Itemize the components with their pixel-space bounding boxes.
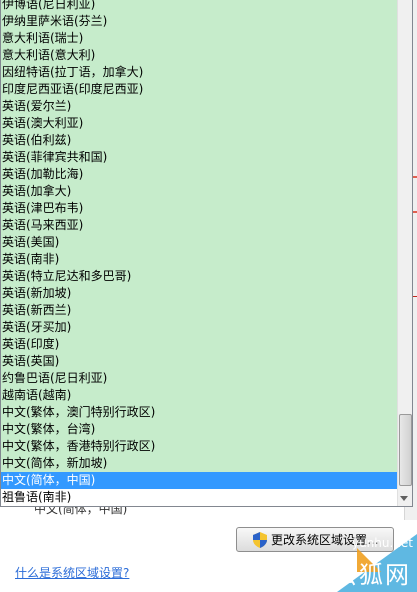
locale-list: 伊博语(尼日利亚) 伊纳里萨米语(芬兰) 意大利语(瑞士) 意大利语(意大利) 因纽特语… bbox=[1, 0, 399, 506]
scroll-down-arrow-icon[interactable] bbox=[400, 496, 408, 501]
locale-option[interactable]: 英语(南非) bbox=[1, 251, 399, 268]
locale-option[interactable]: 因纽特语(拉丁语，加拿大) bbox=[1, 64, 399, 81]
locale-option[interactable]: 约鲁巴语(尼日利亚) bbox=[1, 370, 399, 387]
locale-option[interactable]: 意大利语(瑞士) bbox=[1, 30, 399, 47]
locale-option[interactable]: 英语(加勒比海) bbox=[1, 166, 399, 183]
locale-option[interactable]: 英语(英国) bbox=[1, 353, 399, 370]
locale-option[interactable]: 伊纳里萨米语(芬兰) bbox=[1, 13, 399, 30]
locale-option[interactable]: 中文(简体，新加坡) bbox=[1, 455, 399, 472]
locale-option[interactable]: 英语(印度) bbox=[1, 336, 399, 353]
locale-option[interactable]: 英语(加拿大) bbox=[1, 183, 399, 200]
locale-option[interactable]: 伊博语(尼日利亚) bbox=[1, 0, 399, 13]
locale-option[interactable]: 英语(马来西亚) bbox=[1, 217, 399, 234]
locale-option[interactable]: 印度尼西亚语(印度尼西亚) bbox=[1, 81, 399, 98]
dropdown-scrollbar[interactable] bbox=[397, 0, 412, 506]
locale-option[interactable]: 英语(菲律宾共和国) bbox=[1, 149, 399, 166]
locale-option[interactable]: 中文(繁体，香港特别行政区) bbox=[1, 438, 399, 455]
watermark-name: 云狐网 bbox=[333, 561, 411, 589]
locale-option[interactable]: 中文(简体，中国) bbox=[1, 472, 399, 489]
locale-option[interactable]: 意大利语(意大利) bbox=[1, 47, 399, 64]
locale-dropdown-list[interactable]: 伊博语(尼日利亚) 伊纳里萨米语(芬兰) 意大利语(瑞士) 意大利语(意大利) 因纽特语… bbox=[0, 0, 413, 507]
locale-option[interactable]: 越南语(越南) bbox=[1, 387, 399, 404]
watermark: yunhu.net 云狐网 bbox=[297, 534, 417, 592]
watermark-url: yunhu.net bbox=[351, 536, 413, 550]
locale-option[interactable]: 中文(繁体，台湾) bbox=[1, 421, 399, 438]
locale-option[interactable]: 英语(新西兰) bbox=[1, 302, 399, 319]
locale-option[interactable]: 英语(新加坡) bbox=[1, 285, 399, 302]
locale-option[interactable]: 中文(繁体，澳门特别行政区) bbox=[1, 404, 399, 421]
locale-option[interactable]: 英语(伯利兹) bbox=[1, 132, 399, 149]
locale-option[interactable]: 祖鲁语(南非) bbox=[1, 489, 399, 506]
uac-shield-icon bbox=[253, 531, 267, 548]
locale-option[interactable]: 英语(牙买加) bbox=[1, 319, 399, 336]
what-is-system-locale-link[interactable]: 什么是系统区域设置? bbox=[15, 564, 129, 581]
locale-option[interactable]: 英语(美国) bbox=[1, 234, 399, 251]
locale-option[interactable]: 英语(特立尼达和多巴哥) bbox=[1, 268, 399, 285]
locale-option[interactable]: 英语(澳大利亚) bbox=[1, 115, 399, 132]
locale-option[interactable]: 英语(爱尔兰) bbox=[1, 98, 399, 115]
locale-option[interactable]: 英语(津巴布韦) bbox=[1, 200, 399, 217]
scrollbar-thumb[interactable] bbox=[399, 414, 412, 486]
